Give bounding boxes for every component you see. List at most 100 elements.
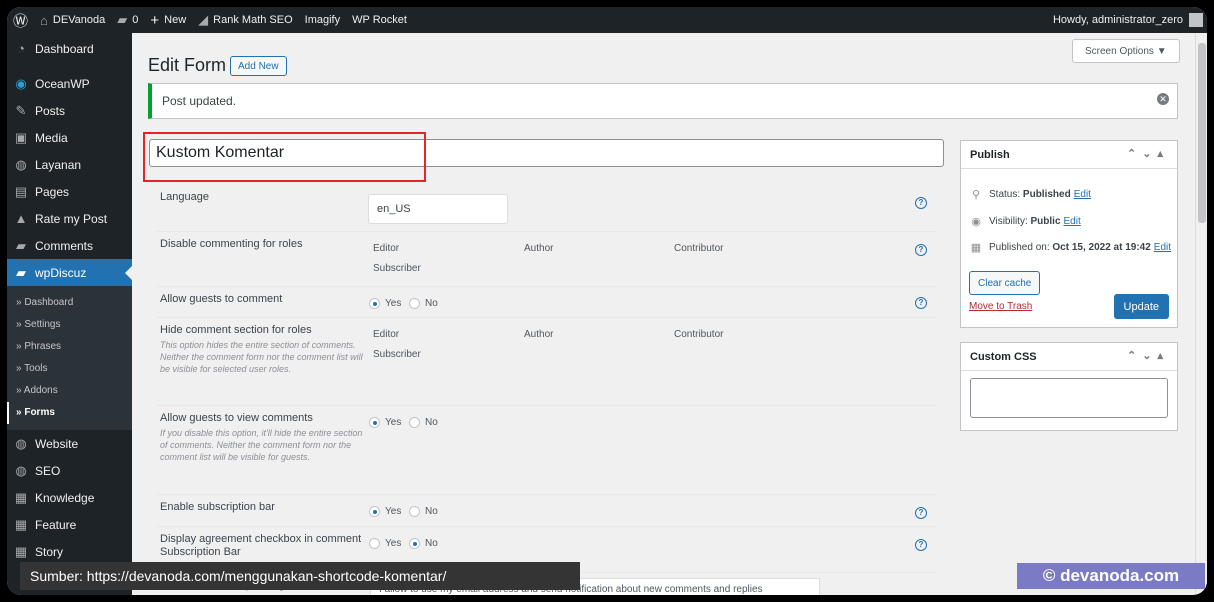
submenu-tools[interactable]: » Tools xyxy=(7,358,132,380)
agreement-no-radio[interactable]: No xyxy=(409,538,438,549)
calendar-icon: ▦ xyxy=(970,242,982,254)
help-icon[interactable]: ? xyxy=(915,297,927,309)
language-input[interactable]: en_US xyxy=(368,194,508,224)
allow-guests-yes-radio[interactable]: Yes xyxy=(369,298,401,309)
update-button[interactable]: Update xyxy=(1113,294,1169,319)
sidebar-item-comments[interactable]: ▰ Comments xyxy=(7,232,132,259)
custom-css-header: Custom CSS ⌃⌄▴ xyxy=(961,343,1177,371)
guests-view-description: If you disable this option, it'll hide t… xyxy=(160,428,363,462)
grid-icon: ▦ xyxy=(14,516,28,532)
new-content-link[interactable]: + New xyxy=(144,7,192,33)
disable-commenting-label: Disable commenting for roles xyxy=(160,238,303,250)
row-allow-guests: Allow guests to comment Yes No ? xyxy=(157,287,937,318)
guests-view-yes-radio[interactable]: Yes xyxy=(369,417,401,428)
sidebar-item-story[interactable]: ▦ Story xyxy=(7,538,132,565)
thumbs-up-icon: ▲ xyxy=(14,211,28,226)
page-title: Edit Form xyxy=(148,55,227,75)
site-name-link[interactable]: ⌂ DEVanoda xyxy=(34,7,111,33)
sidebar-item-media[interactable]: ▣ Media xyxy=(7,124,132,151)
custom-css-textarea[interactable] xyxy=(970,378,1168,418)
scrollbar-thumb[interactable] xyxy=(1198,43,1206,223)
help-icon[interactable]: ? xyxy=(915,507,927,519)
disable-editor-checkbox[interactable]: Editor xyxy=(373,243,1207,254)
language-label: Language xyxy=(160,191,209,203)
sidebar-item-pages[interactable]: ▤ Pages xyxy=(7,178,132,205)
allow-guests-label: Allow guests to comment xyxy=(160,293,283,305)
guests-view-no-radio[interactable]: No xyxy=(409,417,438,428)
hide-author-checkbox[interactable]: Author xyxy=(524,329,553,340)
sidebar-item-knowledge[interactable]: ▦ Knowledge xyxy=(7,484,132,511)
globe-icon: ◍ xyxy=(15,462,27,478)
subscription-no-radio[interactable]: No xyxy=(409,506,438,517)
box-controls[interactable]: ⌃⌄▴ xyxy=(1127,147,1169,160)
row-guests-view: Allow guests to view comments If you disa… xyxy=(157,406,937,495)
rank-math-link[interactable]: ◢ Rank Math SEO xyxy=(192,7,298,33)
page-icon: ▤ xyxy=(14,183,28,199)
wordpress-logo-icon[interactable]: Ⓦ xyxy=(7,7,34,33)
admin-bar: Ⓦ ⌂ DEVanoda ▰ 0 + New ◢ Rank Math SEO Imagi… xyxy=(7,7,1207,33)
imagify-link[interactable]: Imagify xyxy=(299,7,346,33)
sidebar-item-wpdiscuz[interactable]: ▰ wpDiscuz xyxy=(7,259,132,286)
box-controls[interactable]: ⌃⌄▴ xyxy=(1127,349,1169,362)
dismiss-icon[interactable]: ✕ xyxy=(1157,93,1169,105)
subscription-bar-label: Enable subscription bar xyxy=(160,501,275,513)
hide-contributor-checkbox[interactable]: Contributor xyxy=(674,329,723,340)
help-icon[interactable]: ? xyxy=(915,197,927,209)
help-icon[interactable]: ? xyxy=(915,539,927,551)
avatar xyxy=(1189,13,1203,27)
home-icon: ⌂ xyxy=(40,12,48,28)
row-disable-commenting: Disable commenting for roles Editor Auth… xyxy=(157,232,1207,287)
disable-author-checkbox[interactable]: Author xyxy=(524,243,553,254)
help-icon[interactable]: ? xyxy=(915,244,927,256)
app-frame: Ⓦ ⌂ DEVanoda ▰ 0 + New ◢ Rank Math SEO Imagi… xyxy=(7,7,1207,595)
sidebar-item-seo[interactable]: ◍ SEO xyxy=(7,457,132,484)
screen-options-button[interactable]: Screen Options ▼ xyxy=(1072,39,1180,63)
disable-contributor-checkbox[interactable]: Contributor xyxy=(674,243,723,254)
admin-sidebar: ◔ Dashboard ◉ OceanWP ✎ Posts ▣ Media ◍ Layan… xyxy=(7,33,132,595)
sidebar-item-dashboard[interactable]: ◔ Dashboard xyxy=(7,35,132,62)
subscription-yes-radio[interactable]: Yes xyxy=(369,506,401,517)
form-title-input[interactable]: Kustom Komentar xyxy=(149,139,944,167)
row-language: Language en_US ? xyxy=(157,185,937,232)
eye-icon: ◉ xyxy=(971,216,981,228)
dashboard-icon: ◔ xyxy=(17,41,25,56)
submenu-settings[interactable]: » Settings xyxy=(7,314,132,336)
edit-status-link[interactable]: Edit xyxy=(1074,189,1091,200)
clear-cache-button[interactable]: Clear cache xyxy=(969,271,1041,295)
wp-rocket-link[interactable]: WP Rocket xyxy=(346,7,413,33)
hide-editor-checkbox[interactable]: Editor xyxy=(373,329,1207,340)
grid-icon: ▦ xyxy=(14,489,28,505)
edit-visibility-link[interactable]: Edit xyxy=(1064,216,1081,227)
comments-link[interactable]: ▰ 0 xyxy=(111,7,144,33)
media-icon: ▣ xyxy=(14,129,28,145)
comment-icon: ▰ xyxy=(117,12,128,27)
comment-icon: ▰ xyxy=(16,237,26,253)
plus-icon: + xyxy=(150,11,160,29)
sidebar-item-layanan[interactable]: ◍ Layanan xyxy=(7,151,132,178)
sidebar-item-feature[interactable]: ▦ Feature xyxy=(7,511,132,538)
add-new-button[interactable]: Add New xyxy=(230,56,287,76)
sidebar-item-oceanwp[interactable]: ◉ OceanWP xyxy=(7,70,132,97)
sidebar-item-rate-my-post[interactable]: ▲ Rate my Post xyxy=(7,205,132,232)
move-to-trash-link[interactable]: Move to Trash xyxy=(969,301,1032,312)
agreement-yes-radio[interactable]: Yes xyxy=(369,538,401,549)
guests-view-label: Allow guests to view comments If you disa… xyxy=(160,412,365,463)
form-settings: Language en_US ? Disable commenting for … xyxy=(157,185,1207,595)
edit-date-link[interactable]: Edit xyxy=(1154,242,1171,253)
allow-guests-no-radio[interactable]: No xyxy=(409,298,438,309)
submenu-phrases[interactable]: » Phrases xyxy=(7,336,132,358)
sidebar-item-posts[interactable]: ✎ Posts xyxy=(7,97,132,124)
account-menu[interactable]: Howdy, administrator_zero xyxy=(1047,7,1207,33)
submenu-dashboard[interactable]: » Dashboard xyxy=(7,292,132,314)
source-caption: Sumber: https://devanoda.com/menggunakan… xyxy=(20,562,580,590)
success-notice: Post updated. ✕ xyxy=(148,83,1178,119)
sidebar-item-website[interactable]: ◍ Website xyxy=(7,430,132,457)
submenu-forms[interactable]: » Forms xyxy=(7,402,132,424)
page-scrollbar[interactable] xyxy=(1195,33,1207,595)
submenu-addons[interactable]: » Addons xyxy=(7,380,132,402)
comment-icon: ▰ xyxy=(16,264,26,280)
disable-subscriber-checkbox[interactable]: Subscriber xyxy=(373,263,1207,274)
row-subscription-bar: Enable subscription bar Yes No ? xyxy=(157,495,937,527)
main-content: Screen Options ▼ Edit Form Add New Post … xyxy=(132,33,1207,595)
hide-subscriber-checkbox[interactable]: Subscriber xyxy=(373,349,1207,360)
